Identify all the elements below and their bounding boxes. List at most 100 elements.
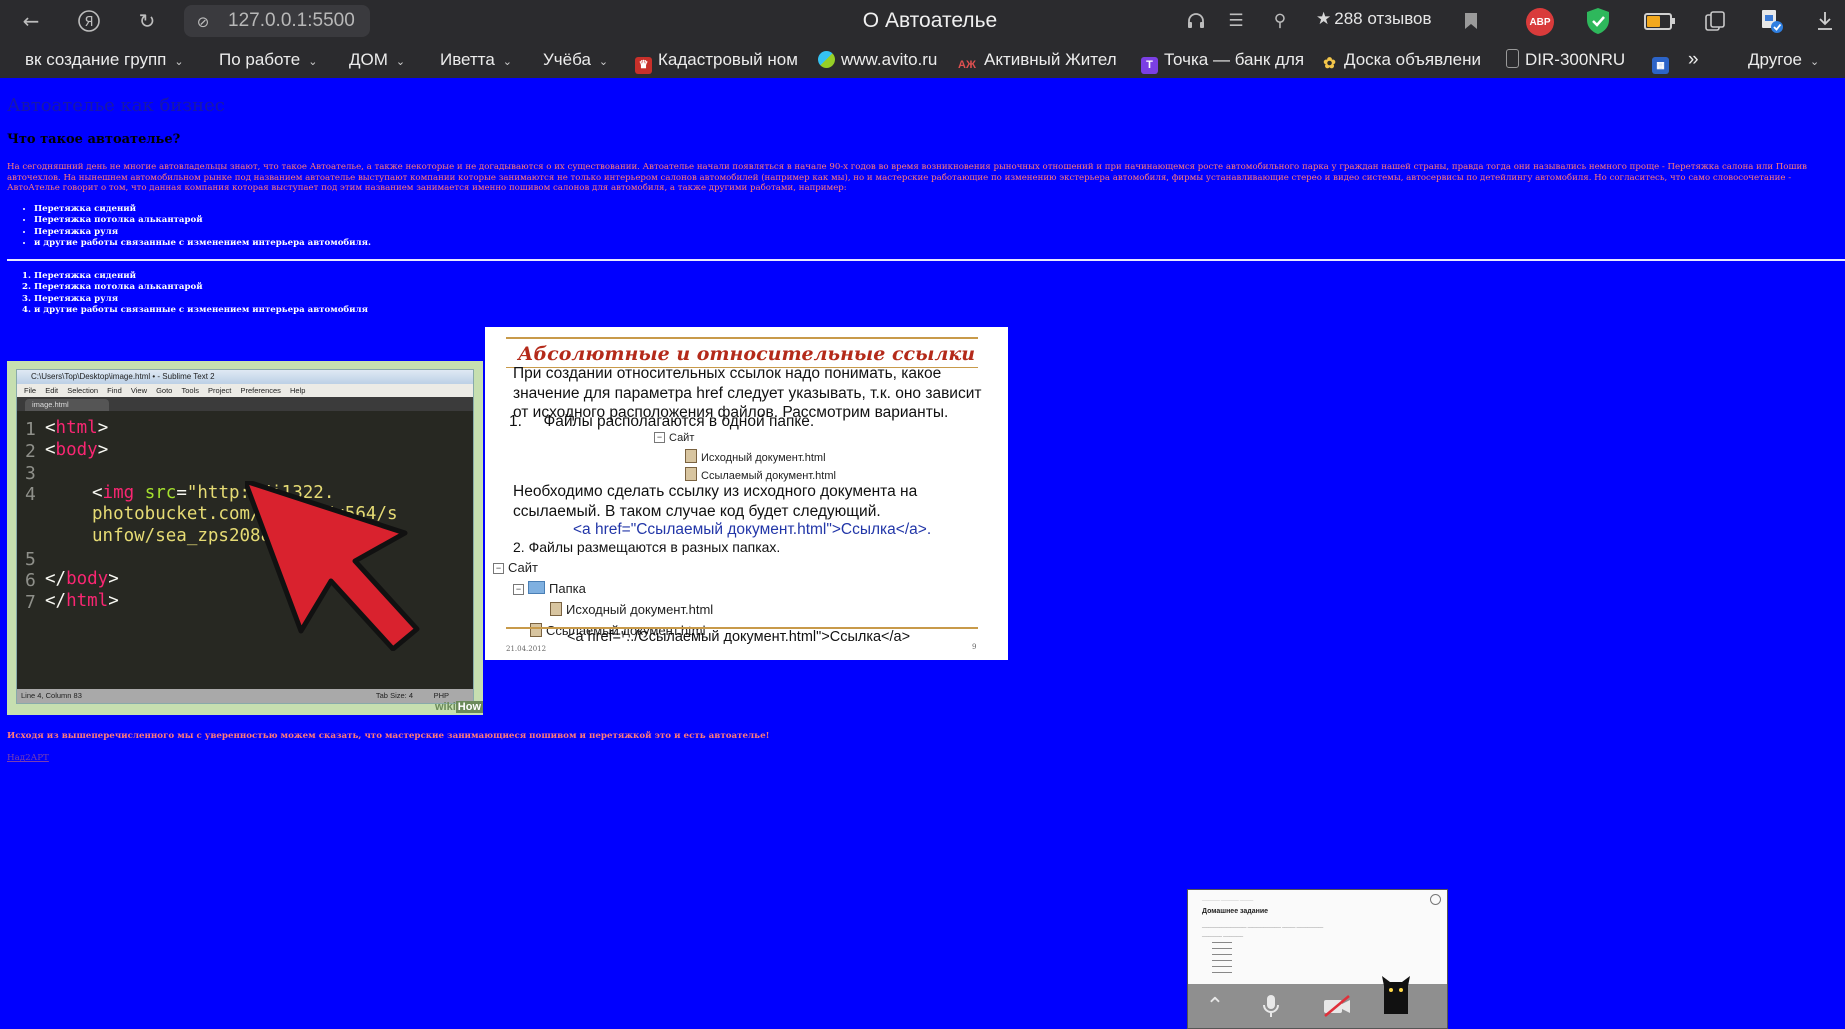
bookmark-folder-study[interactable]: Учёба ⌄ <box>543 42 608 78</box>
footer-link[interactable]: Над2АРТ <box>7 753 49 763</box>
bookmark-folder-vk[interactable]: вк создание групп ⌄ <box>25 42 184 78</box>
page-content: Автоателье как бизнес Что такое автоател… <box>0 78 1845 1029</box>
bookmark-avito[interactable]: www.avito.ru <box>818 42 937 78</box>
download-icon[interactable] <box>1810 6 1840 36</box>
other-bookmarks-label: Другое <box>1748 50 1803 69</box>
screenshot-extension-icon[interactable] <box>1756 6 1786 36</box>
chevron-down-icon: ⌄ <box>502 56 513 68</box>
menu-item: View <box>130 386 147 395</box>
bookmark-label: Точка — банк для <box>1164 50 1305 69</box>
code-token: src <box>144 483 177 503</box>
status-right: Tab Size: 4 <box>375 691 413 700</box>
slide-item-2: 2. Файлы размещаются в разных папках. <box>513 539 781 555</box>
bookmark-folder-home[interactable]: ДОМ ⌄ <box>349 42 405 78</box>
doc-list-line <box>1212 942 1232 943</box>
bookmark-board[interactable]: ✿ Доска объявлени <box>1321 42 1486 78</box>
html-file-icon <box>685 449 697 463</box>
bookmark-tochka[interactable]: Т Точка — банк для <box>1141 42 1306 78</box>
list-item: Перетяжка сидений <box>34 271 368 282</box>
back-arrow-icon[interactable]: ← <box>16 6 46 36</box>
camera-off-icon[interactable] <box>1322 994 1350 1020</box>
slide-code-1: <a href="Ссылаемый документ.html">Ссылка… <box>573 521 932 538</box>
doc-list-line <box>1212 948 1232 949</box>
status-left: Line 4, Column 83 <box>21 691 82 700</box>
list-item: Перетяжка потолка алькантарой <box>34 215 371 226</box>
headphones-icon[interactable] <box>1181 6 1211 36</box>
slide-rule <box>506 337 978 339</box>
menu-item: Find <box>107 386 122 395</box>
bookmark-folder-ivetta[interactable]: Иветта ⌄ <box>440 42 512 78</box>
red-pointer-arrow-icon <box>245 481 420 651</box>
code-token: html <box>66 591 109 611</box>
collapse-icon: − <box>654 432 665 443</box>
bookmark-label: www.avito.ru <box>841 50 938 69</box>
tree-folder: − Папка <box>513 581 586 596</box>
collapse-icon: − <box>513 584 524 595</box>
bookmark-dir300[interactable]: DIR-300NRU <box>1506 42 1634 78</box>
reader-mode-icon[interactable]: ☰ <box>1221 6 1251 36</box>
other-bookmarks[interactable]: Другое ⌄ <box>1748 42 1819 78</box>
svg-text:Я: Я <box>84 15 93 30</box>
bookmark-icon[interactable] <box>1456 6 1486 36</box>
editor-tabbar: image.html <box>17 397 473 411</box>
menu-item: Preferences <box>240 386 281 395</box>
bookmark-label: Активный Жител <box>984 50 1117 69</box>
bookmark-label: Учёба <box>543 50 591 69</box>
more-bookmarks-icon[interactable]: » <box>1688 42 1699 78</box>
site-info-icon[interactable]: ⊘ <box>188 7 218 37</box>
bookmark-cadastral[interactable]: ♛ Кадастровый ном <box>635 42 798 78</box>
menu-item: Goto <box>156 386 173 395</box>
editor-menu: File Edit Selection Find View Goto Tools… <box>17 384 473 397</box>
slide-code-2: <a href="../Ссылаемый документ.html">Ссы… <box>567 629 911 645</box>
collections-icon[interactable] <box>1700 6 1730 36</box>
microphone-icon[interactable] <box>1258 994 1284 1020</box>
doc-list-line <box>1212 966 1232 967</box>
address-text[interactable]: 127.0.0.1:5500 <box>228 10 355 32</box>
wikihow-watermark: wiki How <box>435 701 484 713</box>
shield-check-icon[interactable] <box>1584 6 1612 36</box>
chat-icon[interactable]: ⚲ <box>1265 6 1295 36</box>
html-file-icon <box>530 623 542 637</box>
tree-label: Сайт <box>669 432 695 444</box>
tree-file: Ссылаемый документ.html <box>685 467 836 482</box>
line-number: 7 <box>25 592 36 613</box>
editor-title: C:\Users\Top\Desktop\image.html • - Subl… <box>17 370 473 384</box>
tree-label: Папка <box>549 581 586 596</box>
doc-heading: Домашнее задание <box>1202 908 1269 915</box>
settings-icon[interactable] <box>1430 894 1441 905</box>
watermark-text: How <box>455 701 484 713</box>
doc-list-line <box>1212 960 1232 961</box>
bookmarks-bar: вк создание групп ⌄ По работе ⌄ ДОМ ⌄ Иветт… <box>0 42 1845 78</box>
bookmark-folder-work[interactable]: По работе ⌄ <box>219 42 317 78</box>
code-token: body <box>66 569 109 589</box>
slide-text-2: Необходимо сделать ссылку из исходного д… <box>513 483 918 520</box>
list-item: и другие работы связанные с изменением и… <box>34 238 371 249</box>
page-heading: Автоателье как бизнес <box>7 95 225 116</box>
tree-label: Сайт <box>508 560 538 575</box>
bookmark-aj[interactable]: АЖ Активный Жител <box>956 42 1121 78</box>
bookmark-label: DIR-300NRU <box>1525 50 1626 69</box>
section-heading: Что такое автоателье? <box>7 132 181 147</box>
links-slide-image: Абсолютные и относительные ссылки При со… <box>485 327 1008 660</box>
doc-line: _________ _________ <box>1202 932 1244 937</box>
page-title: О Автоателье <box>862 9 998 32</box>
menu-item: Project <box>208 386 232 395</box>
adblock-plus-icon[interactable]: ABP <box>1526 8 1554 36</box>
list-item: Перетяжка руля <box>34 227 371 238</box>
html-file-icon <box>685 467 697 481</box>
bookmark-extra[interactable]: ▦ <box>1652 42 1675 78</box>
avito-icon <box>818 51 835 68</box>
tree-label: Ссылаемый документ.html <box>701 470 836 482</box>
services-bullet-list: Перетяжка сидений Перетяжка потолка альк… <box>16 204 371 249</box>
slide-date: 21.04.2012 <box>506 645 547 653</box>
reviews-badge[interactable]: ★ 288 отзывов <box>1316 9 1432 29</box>
video-pip-widget[interactable]: ________ ________ ______ Домашнее задани… <box>1187 889 1448 1029</box>
chevron-down-icon: ⌄ <box>174 56 184 68</box>
reload-icon[interactable]: ↻ <box>132 6 162 36</box>
chevron-down-icon: ⌄ <box>308 56 318 68</box>
yandex-logo-icon[interactable]: Я <box>74 6 104 36</box>
list-item: Перетяжка руля <box>34 294 368 305</box>
editor-statusbar: Line 4, Column 83 Tab Size: 4 PHP <box>17 689 473 703</box>
chevron-up-icon[interactable]: ⌃ <box>1202 994 1228 1020</box>
doc-header-line: ________ ________ ______ <box>1202 896 1254 901</box>
